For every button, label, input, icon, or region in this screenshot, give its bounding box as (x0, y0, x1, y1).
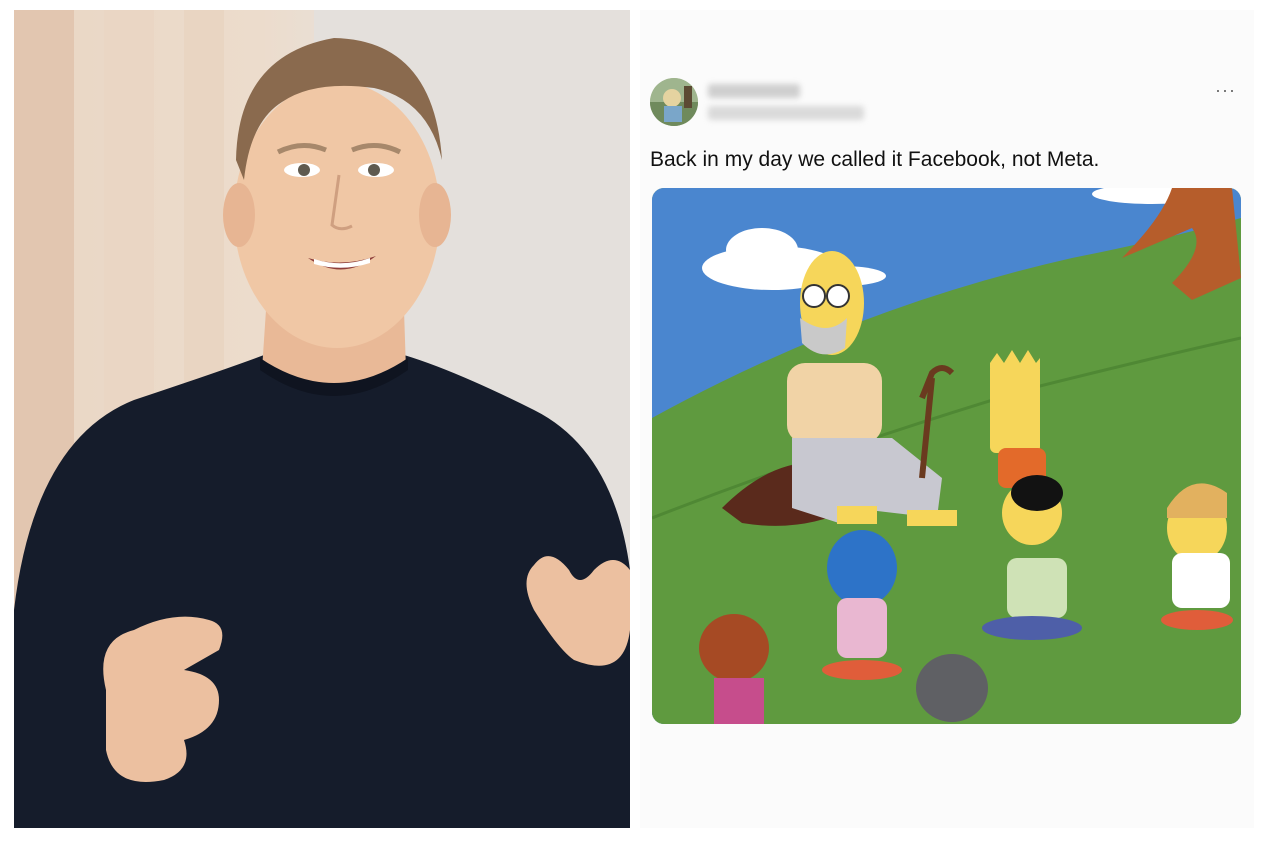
meme-image[interactable] (652, 188, 1241, 724)
tweet-card: ··· Back in my day we called it Facebook… (640, 10, 1254, 828)
blurred-username (708, 84, 800, 98)
more-options-icon[interactable]: ··· (1215, 81, 1236, 99)
blurred-handle (708, 106, 864, 120)
tweet-text: Back in my day we called it Facebook, no… (650, 148, 1100, 171)
speaker-photo (14, 10, 630, 828)
tweet-header: ··· (650, 78, 1244, 138)
user-avatar-icon[interactable] (650, 78, 698, 126)
